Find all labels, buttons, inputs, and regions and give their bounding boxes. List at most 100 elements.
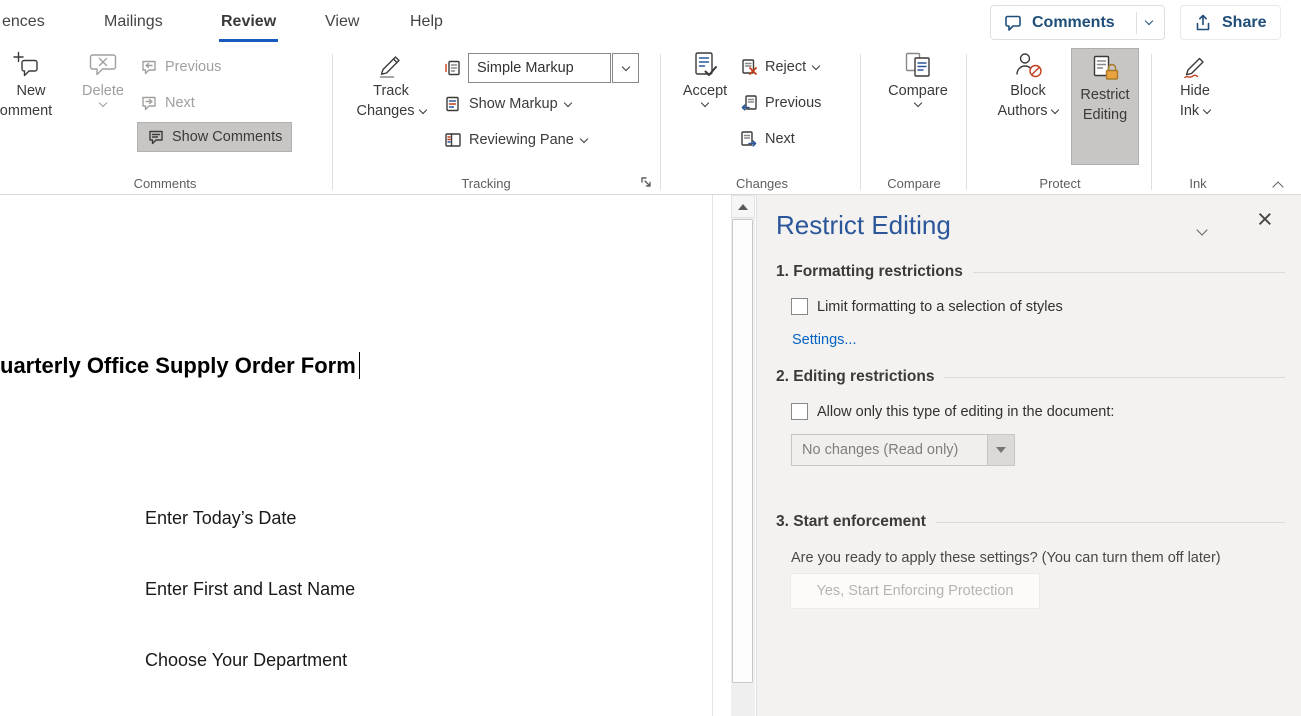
show-markup-icon [444,95,462,113]
settings-link[interactable]: Settings... [792,332,856,348]
vertical-scrollbar[interactable] [731,195,755,716]
formatting-restrictions-heading-text: 1. Formatting restrictions [776,263,963,281]
show-comments-icon [147,128,165,146]
start-enforcing-button[interactable]: Yes, Start Enforcing Protection [790,573,1040,609]
form-field-department-label[interactable]: Choose Your Department [145,650,347,671]
chevron-down-icon [621,62,629,70]
scrollbar-thumb[interactable] [732,219,753,683]
heading-rule [944,377,1285,378]
chevron-down-icon [99,99,107,107]
comments-button-label: Comments [1032,14,1115,32]
markup-view-combobox[interactable]: Simple Markup [468,53,611,83]
tab-help[interactable]: Help [410,0,443,44]
restrict-editing-button[interactable]: Restrict Editing [1071,48,1139,165]
share-button[interactable]: Share [1180,5,1281,40]
allow-editing-label: Allow only this type of editing in the d… [817,404,1114,420]
restrict-editing-pane: Restrict Editing × 1. Formatting restric… [756,195,1301,716]
limit-formatting-checkbox[interactable] [791,298,808,315]
group-divider [1151,54,1152,190]
compare-icon [903,50,933,80]
tab-mailings[interactable]: Mailings [104,0,163,44]
block-authors-label-line2: Authors [998,103,1048,120]
enforcement-description: Are you ready to apply these settings? (… [791,550,1221,566]
reviewing-pane-button[interactable]: Reviewing Pane [444,126,587,154]
show-comments-button[interactable]: Show Comments [137,122,292,152]
document-canvas[interactable]: uarterly Office Supply Order Form Enter … [0,195,713,716]
chevron-down-icon [1203,106,1211,114]
track-changes-icon [376,50,406,80]
collapse-ribbon-button[interactable] [1274,178,1282,196]
protect-group-label: Protect [970,176,1150,191]
allow-editing-checkbox[interactable] [791,403,808,420]
scroll-up-button[interactable] [731,195,755,218]
ink-group-label: Ink [1154,176,1242,191]
group-divider [332,54,333,190]
chevron-down-icon [914,99,922,107]
reviewing-pane-label: Reviewing Pane [469,132,574,148]
compare-button[interactable]: Compare [880,50,956,106]
tab-view[interactable]: View [325,0,359,44]
chevron-down-icon [812,61,820,69]
show-markup-button[interactable]: Show Markup [444,90,571,118]
delete-comment-label: Delete [82,83,124,100]
previous-comment-button[interactable]: Previous [140,53,221,81]
text-cursor [359,352,361,379]
editing-restrictions-heading-text: 2. Editing restrictions [776,368,934,386]
track-changes-button[interactable]: Track Changes [352,50,430,120]
next-change-button[interactable]: Next [740,125,795,153]
editing-type-dropdown[interactable]: No changes (Read only) [791,434,1015,466]
previous-change-icon [740,94,758,112]
display-for-review-icon [444,59,462,77]
hide-ink-icon [1180,50,1210,80]
tracking-group-label: Tracking [336,176,636,191]
document-title-text: uarterly Office Supply Order Form [0,353,356,379]
pane-menu-button[interactable] [1198,221,1206,239]
hide-ink-label-line2: Ink [1180,103,1199,120]
form-field-date-label[interactable]: Enter Today’s Date [145,508,296,529]
reject-button[interactable]: Reject [740,53,819,81]
dropdown-arrow-button[interactable] [987,435,1014,465]
tab-review[interactable]: Review [221,0,276,44]
new-comment-icon [11,50,41,80]
tracking-dialog-launcher[interactable] [639,175,653,189]
hide-ink-label-line1: Hide [1180,83,1210,100]
previous-comment-icon [140,58,158,76]
reject-label: Reject [765,59,806,75]
chevron-down-icon [580,134,588,142]
previous-comment-label: Previous [165,59,221,75]
show-comments-label: Show Comments [172,129,282,145]
compare-group-label: Compare [862,176,966,191]
tab-references[interactable]: ences [2,0,45,44]
form-field-name-label[interactable]: Enter First and Last Name [145,579,355,600]
next-change-label: Next [765,131,795,147]
previous-change-label: Previous [765,95,821,111]
delete-comment-button[interactable]: Delete [72,50,134,106]
chevron-down-icon [1145,17,1153,25]
heading-rule [936,522,1285,523]
previous-change-button[interactable]: Previous [740,89,821,117]
show-markup-label: Show Markup [469,96,558,112]
next-comment-button[interactable]: Next [140,89,195,117]
start-enforcement-heading-text: 3. Start enforcement [776,513,926,531]
restrict-editing-label-line2: Editing [1083,107,1127,124]
start-enforcement-heading: 3. Start enforcement [776,513,1285,531]
dropdown-arrow-icon [996,447,1006,453]
hide-ink-button[interactable]: Hide Ink [1162,50,1228,120]
accept-button[interactable]: Accept [676,50,734,106]
markup-view-dropdown-button[interactable] [612,53,639,83]
accept-icon [690,50,720,80]
block-authors-label-line1: Block [1010,83,1045,100]
next-change-icon [740,130,758,148]
new-comment-button[interactable]: New omment [0,50,66,120]
block-authors-button[interactable]: Block Authors [993,50,1063,120]
group-divider [966,54,967,190]
pane-close-button[interactable]: × [1257,206,1273,233]
changes-group-label: Changes [664,176,860,191]
markup-view-value: Simple Markup [477,60,574,76]
menu-bar: ences Mailings Review View Help Comments… [0,0,1301,45]
dialog-launcher-icon [639,175,653,189]
ribbon: New omment Delete Previous Next [0,45,1301,195]
share-icon [1193,13,1213,33]
new-comment-label-line1: New [16,83,45,100]
comments-button[interactable]: Comments [990,5,1165,40]
